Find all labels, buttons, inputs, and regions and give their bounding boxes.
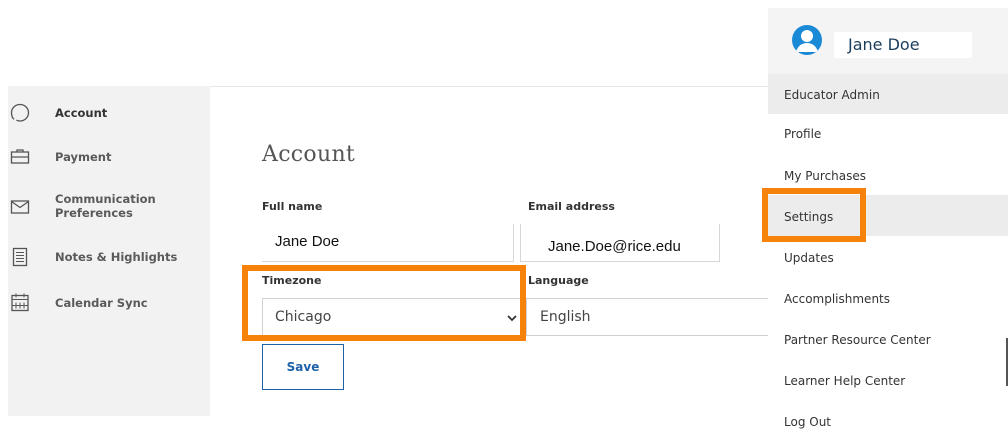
sidebar-item-label: Communication Preferences (55, 192, 156, 220)
chevron-down-icon (506, 311, 518, 323)
menu-item-label: Updates (784, 251, 834, 265)
sidebar-item-label: Account (55, 106, 108, 120)
page-title: Account (262, 142, 356, 167)
sidebar-item-label: Payment (55, 150, 112, 164)
sidebar-item-communication[interactable]: Communication Preferences (8, 190, 208, 222)
calendar-icon (10, 292, 30, 312)
menu-item-label: My Purchases (784, 169, 867, 183)
menu-item-label: Educator Admin (784, 88, 880, 102)
mail-icon (10, 197, 30, 217)
menu-item-label: Partner Resource Center (784, 333, 931, 347)
timezone-value: Chicago (275, 309, 332, 325)
sidebar-item-payment[interactable]: Payment (8, 144, 208, 170)
language-value: English (540, 309, 591, 325)
payment-icon (10, 147, 30, 167)
sidebar-item-notes[interactable]: Notes & Highlights (8, 244, 208, 270)
language-label: Language (528, 274, 589, 287)
email-value: Jane.Doe@rice.edu (548, 238, 681, 255)
menu-item-label: Profile (784, 127, 822, 141)
menu-item-label: Accomplishments (784, 292, 891, 306)
full-name-value: Jane Doe (275, 233, 340, 250)
menu-item-label: Log Out (784, 415, 832, 429)
full-name-label: Full name (262, 200, 323, 213)
sidebar-item-label: Notes & Highlights (55, 250, 178, 264)
email-label: Email address (528, 200, 615, 213)
user-name: Jane Doe (848, 35, 920, 54)
notes-icon (10, 247, 30, 267)
sidebar-item-label: Calendar Sync (55, 296, 148, 310)
sidebar-item-calendar[interactable]: Calendar Sync (8, 290, 208, 316)
save-button[interactable]: Save (262, 344, 344, 390)
avatar (792, 25, 822, 55)
settings-sidebar: Account Payment Communication Preference… (8, 86, 210, 416)
timezone-label: Timezone (262, 274, 322, 287)
sidebar-item-account[interactable]: Account (8, 100, 208, 126)
menu-item-label: Settings (784, 210, 834, 224)
menu-item-label: Learner Help Center (784, 374, 906, 388)
account-icon (10, 103, 30, 123)
